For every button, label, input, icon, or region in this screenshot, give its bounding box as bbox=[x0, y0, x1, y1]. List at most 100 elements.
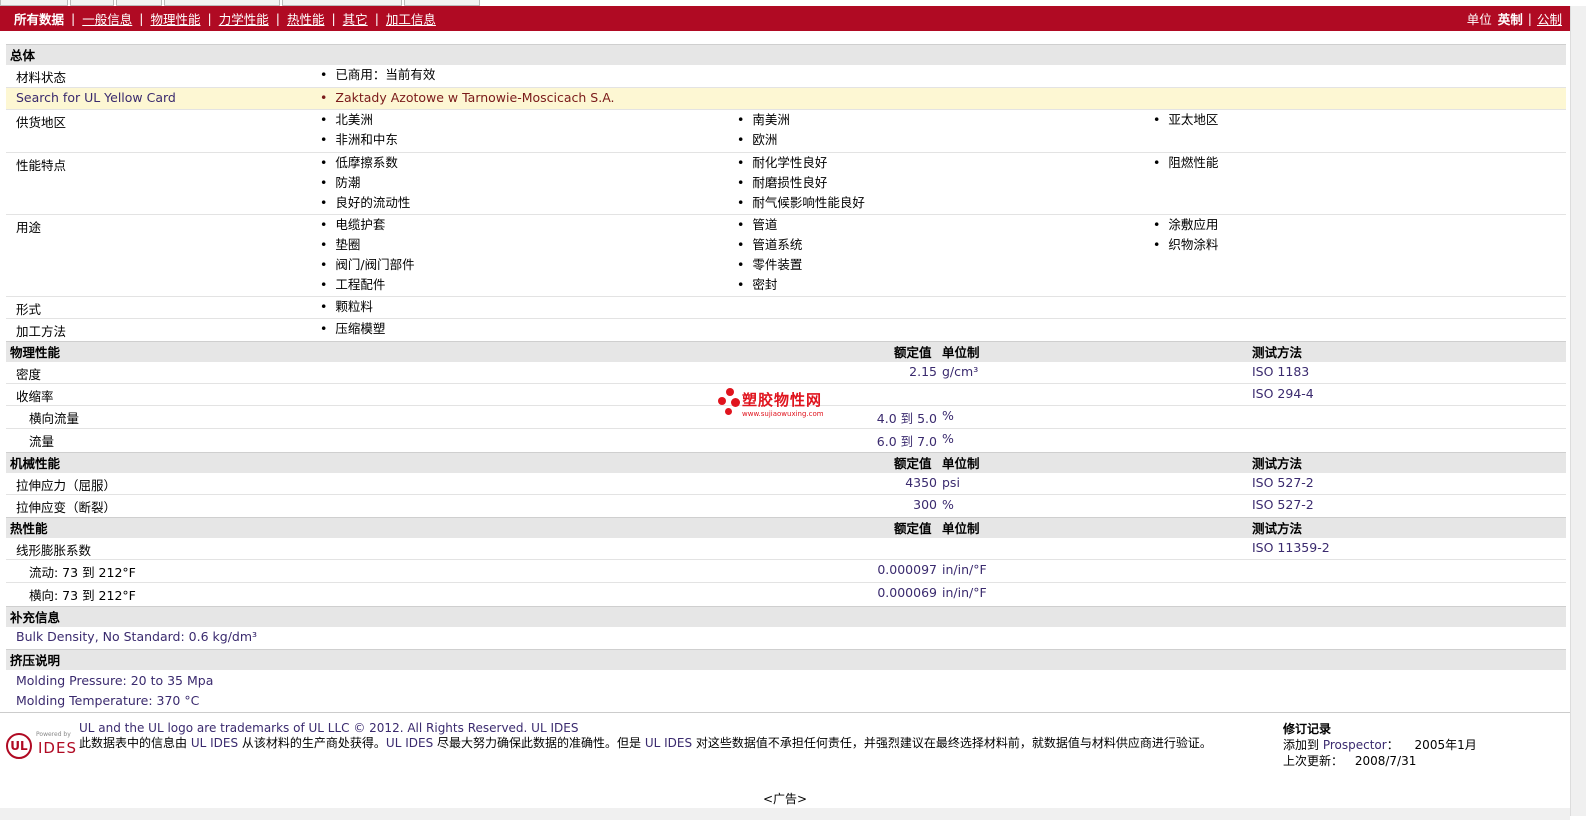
row-method-link[interactable]: ISO 527-2 bbox=[1252, 497, 1314, 512]
unit-imperial[interactable]: 英制 bbox=[1498, 9, 1523, 28]
unit-switcher: 单位 英制 | 公制 bbox=[1467, 9, 1570, 28]
nav-separator: | bbox=[275, 11, 280, 26]
value-item: 工程配件 bbox=[320, 277, 415, 297]
header-method: 测试方法 bbox=[1252, 456, 1303, 471]
row-form: 形式 颗粒料 bbox=[6, 297, 1566, 319]
row-label: 密度 bbox=[16, 367, 42, 382]
supplier-link[interactable]: Zaktady Azotowe w Tarnowie-Moscicach S.A… bbox=[320, 90, 614, 110]
row-unit: % bbox=[942, 408, 954, 423]
watermark-text: 塑胶物性网 www.sujiaowuxing.com bbox=[742, 389, 824, 418]
section-general: 总体 bbox=[6, 44, 1566, 65]
values-col-1: 低摩擦系数 防潮 良好的流动性 bbox=[320, 155, 410, 215]
header-unit: 单位制 bbox=[942, 456, 980, 471]
row-tensile-strain: 拉伸应变（断裂） 300 % ISO 527-2 bbox=[6, 495, 1566, 517]
row-label: 供货地区 bbox=[16, 115, 67, 130]
nav-bar: 所有数据 | 一般信息 | 物理性能 | 力学性能 | 热性能 | 其它 | 加… bbox=[0, 6, 1570, 31]
nav-separator: | bbox=[331, 11, 336, 26]
section-title: 总体 bbox=[10, 48, 36, 63]
watermark-url: www.sujiaowuxing.com bbox=[742, 409, 824, 418]
value-item: 防潮 bbox=[320, 175, 410, 195]
row-unit: % bbox=[942, 431, 954, 446]
header-value: 额定值 bbox=[894, 345, 932, 360]
prospector-link[interactable]: Prospector bbox=[1323, 738, 1387, 752]
row-label: 横向: 73 到 212°F bbox=[29, 588, 136, 603]
row-value: 300 bbox=[913, 497, 937, 512]
ul-logo-icon: UL bbox=[6, 733, 32, 759]
ul-ides-link[interactable]: UL IDES bbox=[645, 736, 692, 750]
ul-ides-link[interactable]: UL IDES bbox=[386, 736, 433, 750]
watermark-logo: 塑胶物性网 www.sujiaowuxing.com bbox=[718, 388, 824, 418]
nav-mechanical[interactable]: 力学性能 bbox=[219, 9, 269, 28]
revision-history: 修订记录 添加到 Prospector： 2005年1月 上次更新： 2008/… bbox=[1283, 721, 1477, 769]
watermark-dots-icon bbox=[718, 388, 740, 418]
row-bulk-density: Bulk Density, No Standard: 0.6 kg/dm³ bbox=[6, 627, 1566, 649]
yellow-card-link[interactable]: Search for UL Yellow Card bbox=[16, 90, 176, 105]
section-title: 补充信息 bbox=[10, 610, 61, 625]
row-method-link[interactable]: ISO 11359-2 bbox=[1252, 540, 1330, 555]
values-col-2: 南美洲 欧洲 bbox=[737, 112, 790, 152]
footer: UL Powered by IDES UL and the UL logo ar… bbox=[0, 712, 1570, 785]
nav-separator: | bbox=[139, 11, 144, 26]
added-label: 添加到 bbox=[1283, 738, 1323, 752]
revision-added: 添加到 Prospector： 2005年1月 bbox=[1283, 737, 1477, 753]
disclaimer-text: 此数据表中的信息由 UL IDES 从该材料的生产商处获得。UL IDES 尽最… bbox=[79, 736, 1269, 751]
row-label: 用途 bbox=[16, 220, 42, 235]
row-label: 流动: 73 到 212°F bbox=[29, 565, 136, 580]
section-physical: 物理性能 额定值 单位制 测试方法 bbox=[6, 341, 1566, 362]
disclaimer-part: 此数据表中的信息由 bbox=[79, 736, 191, 750]
row-unit: in/in/°F bbox=[942, 562, 987, 577]
logo-powered-by: Powered by bbox=[36, 731, 71, 738]
value-item: 耐磨损性良好 bbox=[737, 175, 865, 195]
row-label: 形式 bbox=[16, 302, 42, 317]
row-supply-regions: 供货地区 北美洲 非洲和中东 南美洲 欧洲 亚太地区 bbox=[6, 110, 1566, 153]
row-value: 0.000097 bbox=[877, 562, 937, 577]
value-item: 压缩模塑 bbox=[320, 321, 385, 341]
disclaimer-part: 从该材料的生产商处获得。 bbox=[238, 736, 386, 750]
revision-title: 修订记录 bbox=[1283, 722, 1332, 736]
row-extrusion-notes: Molding Pressure: 20 to 35 Mpa Molding T… bbox=[6, 670, 1566, 712]
molding-pressure: Molding Pressure: 20 to 35 Mpa bbox=[16, 673, 214, 688]
revision-updated: 上次更新： 2008/7/31 bbox=[1283, 753, 1477, 769]
value-item: 耐气候影响性能良好 bbox=[737, 195, 865, 215]
nav-physical[interactable]: 物理性能 bbox=[150, 9, 200, 28]
value-item: 阀门/阀门部件 bbox=[320, 257, 414, 277]
horizontal-scrollbar[interactable] bbox=[0, 808, 1570, 820]
row-clte-flow: 流动: 73 到 212°F 0.000097 in/in/°F bbox=[6, 560, 1566, 583]
nav-general-info[interactable]: 一般信息 bbox=[82, 9, 132, 28]
added-colon: ： bbox=[1386, 738, 1399, 752]
nav-thermal[interactable]: 热性能 bbox=[287, 9, 325, 28]
header-value: 额定值 bbox=[894, 521, 932, 536]
nav-other[interactable]: 其它 bbox=[343, 9, 368, 28]
row-method-link[interactable]: ISO 1183 bbox=[1252, 364, 1309, 379]
updated-date: 2008/7/31 bbox=[1354, 754, 1417, 768]
value-item: 阻燃性能 bbox=[1153, 155, 1218, 175]
header-unit: 单位制 bbox=[942, 345, 980, 360]
row-label: 拉伸应力（屈服） bbox=[16, 478, 117, 493]
unit-metric[interactable]: 公制 bbox=[1537, 9, 1562, 28]
vertical-scrollbar[interactable] bbox=[1570, 6, 1586, 816]
supplement-text: Bulk Density, No Standard: 0.6 kg/dm³ bbox=[16, 629, 258, 644]
value-item: 良好的流动性 bbox=[320, 195, 410, 215]
nav-processing[interactable]: 加工信息 bbox=[386, 9, 436, 28]
nav-links: 所有数据 | 一般信息 | 物理性能 | 力学性能 | 热性能 | 其它 | 加… bbox=[0, 9, 436, 28]
molding-temperature: Molding Temperature: 370 °C bbox=[16, 693, 200, 708]
value-item: 颗粒料 bbox=[320, 299, 373, 319]
ul-ides-link[interactable]: UL IDES bbox=[191, 736, 238, 750]
logo-ides: IDES bbox=[38, 739, 77, 757]
row-density: 密度 2.15 g/cm³ ISO 1183 bbox=[6, 362, 1566, 384]
section-supplement: 补充信息 bbox=[6, 606, 1566, 627]
row-value: 4.0 到 5.0 bbox=[876, 411, 937, 426]
ul-ides-logo[interactable]: UL Powered by IDES bbox=[6, 723, 76, 763]
nav-all-data[interactable]: 所有数据 bbox=[14, 9, 64, 28]
disclaimer-part: 尽最大努力确保此数据的准确性。但是 bbox=[433, 736, 645, 750]
watermark-name: 塑胶物性网 bbox=[742, 390, 823, 409]
row-method-link[interactable]: ISO 294-4 bbox=[1252, 386, 1314, 401]
value-item: 涂敷应用 bbox=[1153, 217, 1218, 237]
header-method: 测试方法 bbox=[1252, 345, 1303, 360]
row-value: 0.000069 bbox=[877, 585, 937, 600]
section-mechanical: 机械性能 额定值 单位制 测试方法 bbox=[6, 452, 1566, 473]
row-label: 性能特点 bbox=[16, 158, 67, 173]
row-method-link[interactable]: ISO 527-2 bbox=[1252, 475, 1314, 490]
value-item: 非洲和中东 bbox=[320, 132, 398, 152]
section-title: 机械性能 bbox=[10, 456, 61, 471]
